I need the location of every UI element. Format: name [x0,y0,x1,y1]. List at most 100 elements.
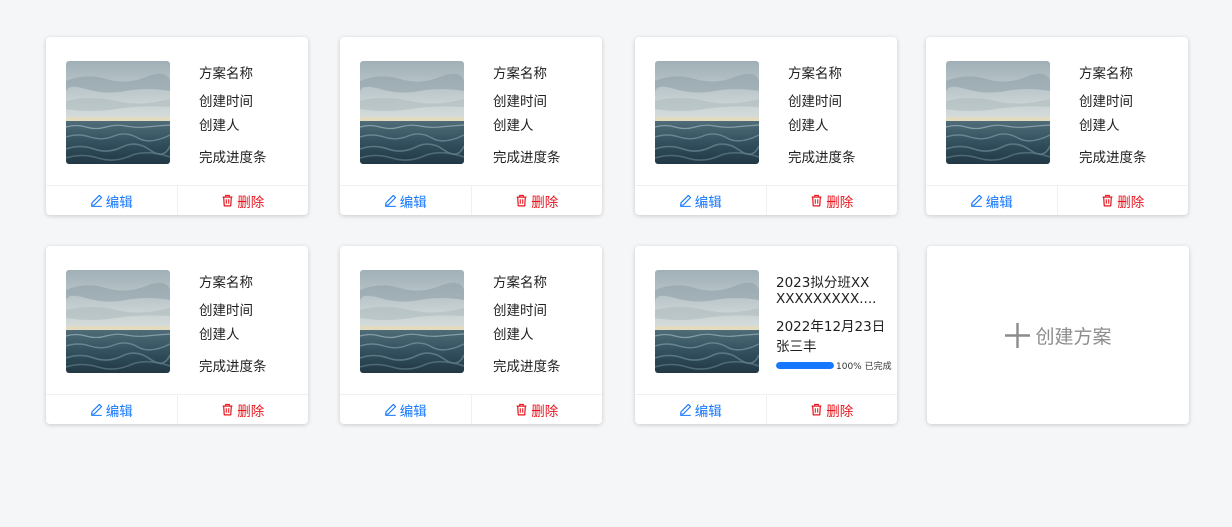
edit-button[interactable]: 编辑 [340,395,472,424]
card-body: 2023拟分班XX XXXXXXXXX.... 2022年12月23日 张三丰 … [635,246,897,394]
edit-icon [90,194,103,207]
progress-bar: 100% 已完成 [776,358,894,372]
delete-button[interactable]: 删除 [767,186,898,215]
trash-icon [515,194,528,207]
plan-card: 方案名称 创建时间 创建人 完成进度条 编辑 删除 [340,246,602,424]
edit-button[interactable]: 编辑 [340,186,472,215]
card-body: 方案名称 创建时间 创建人 完成进度条 [926,37,1188,185]
progress-label: 完成进度条 [788,150,856,166]
plan-card: 方案名称 创建时间 创建人 完成进度条 编辑 删除 [46,37,308,215]
card-actions: 编辑 删除 [46,394,308,424]
edit-icon [384,194,397,207]
thumbnail-image [360,61,464,164]
card-actions: 编辑 删除 [340,394,602,424]
progress-label: 完成进度条 [1079,150,1147,166]
thumbnail-image [360,270,464,373]
delete-label: 删除 [237,403,265,420]
delete-label: 删除 [826,194,854,211]
thumbnail-image [946,61,1050,164]
edit-label: 编辑 [105,194,133,211]
plan-name: 方案名称 [493,275,547,291]
edit-button[interactable]: 编辑 [46,395,178,424]
trash-icon [221,403,234,416]
edit-icon [679,194,692,207]
progress-label: 完成进度条 [199,359,267,375]
delete-label: 删除 [531,194,559,211]
created-time: 创建时间 [199,303,253,319]
plan-card-filled: 2023拟分班XX XXXXXXXXX.... 2022年12月23日 张三丰 … [635,246,897,424]
delete-label: 删除 [531,403,559,420]
edit-icon [679,403,692,416]
progress-track [776,362,834,369]
edit-button[interactable]: 编辑 [635,395,767,424]
card-body: 方案名称 创建时间 创建人 完成进度条 [635,37,897,185]
delete-button[interactable]: 删除 [472,186,603,215]
plus-icon [1005,322,1031,348]
delete-button[interactable]: 删除 [767,395,898,424]
progress-label: 完成进度条 [493,150,561,166]
card-body: 方案名称 创建时间 创建人 完成进度条 [340,37,602,185]
creator: 创建人 [493,327,534,343]
plan-name-line1: 2023拟分班XX [776,275,870,291]
plan-name: 方案名称 [1079,66,1133,82]
creator: 创建人 [1079,118,1120,134]
progress-fill [776,362,834,369]
progress-label: 完成进度条 [493,359,561,375]
edit-label: 编辑 [399,194,427,211]
plan-name: 方案名称 [788,66,842,82]
edit-icon [970,194,983,207]
plan-card: 方案名称 创建时间 创建人 完成进度条 编辑 删除 [340,37,602,215]
thumbnail-image [655,61,759,164]
creator: 创建人 [493,118,534,134]
edit-button[interactable]: 编辑 [926,186,1058,215]
edit-icon [90,403,103,416]
edit-label: 编辑 [985,194,1013,211]
edit-button[interactable]: 编辑 [46,186,178,215]
card-actions: 编辑 删除 [635,185,897,215]
plan-name: 方案名称 [199,275,253,291]
thumbnail-image [655,270,759,373]
trash-icon [810,403,823,416]
delete-label: 删除 [237,194,265,211]
delete-label: 删除 [1117,194,1145,211]
card-actions: 编辑 删除 [340,185,602,215]
edit-icon [384,403,397,416]
created-time: 创建时间 [1079,94,1133,110]
trash-icon [810,194,823,207]
plan-name: 方案名称 [493,66,547,82]
thumbnail-image [66,61,170,164]
delete-button[interactable]: 删除 [178,395,309,424]
created-time: 创建时间 [199,94,253,110]
creator: 创建人 [199,118,240,134]
thumbnail-image [66,270,170,373]
creator: 创建人 [199,327,240,343]
edit-label: 编辑 [694,403,722,420]
plan-card: 方案名称 创建时间 创建人 完成进度条 编辑 删除 [635,37,897,215]
plan-name-line2: XXXXXXXXX.... [776,291,877,307]
trash-icon [221,194,234,207]
created-time: 创建时间 [788,94,842,110]
delete-button[interactable]: 删除 [178,186,309,215]
edit-button[interactable]: 编辑 [635,186,767,215]
edit-label: 编辑 [694,194,722,211]
created-date: 2022年12月23日 [776,319,886,335]
progress-label: 完成进度条 [199,150,267,166]
created-time: 创建时间 [493,94,547,110]
progress-text: 100% 已完成 [836,362,892,372]
delete-label: 删除 [826,403,854,420]
card-body: 方案名称 创建时间 创建人 完成进度条 [46,246,308,394]
create-plan-content: 创建方案 [1004,322,1112,349]
creator-name: 张三丰 [776,339,817,355]
trash-icon [515,403,528,416]
plan-card: 方案名称 创建时间 创建人 完成进度条 编辑 删除 [926,37,1188,215]
delete-button[interactable]: 删除 [1058,186,1189,215]
delete-button[interactable]: 删除 [472,395,603,424]
create-plan-button[interactable]: 创建方案 [927,246,1189,424]
plan-card: 方案名称 创建时间 创建人 完成进度条 编辑 删除 [46,246,308,424]
card-actions: 编辑 删除 [635,394,897,424]
create-plan-label: 创建方案 [1035,325,1112,348]
edit-label: 编辑 [399,403,427,420]
trash-icon [1101,194,1114,207]
creator: 创建人 [788,118,829,134]
card-actions: 编辑 删除 [926,185,1188,215]
